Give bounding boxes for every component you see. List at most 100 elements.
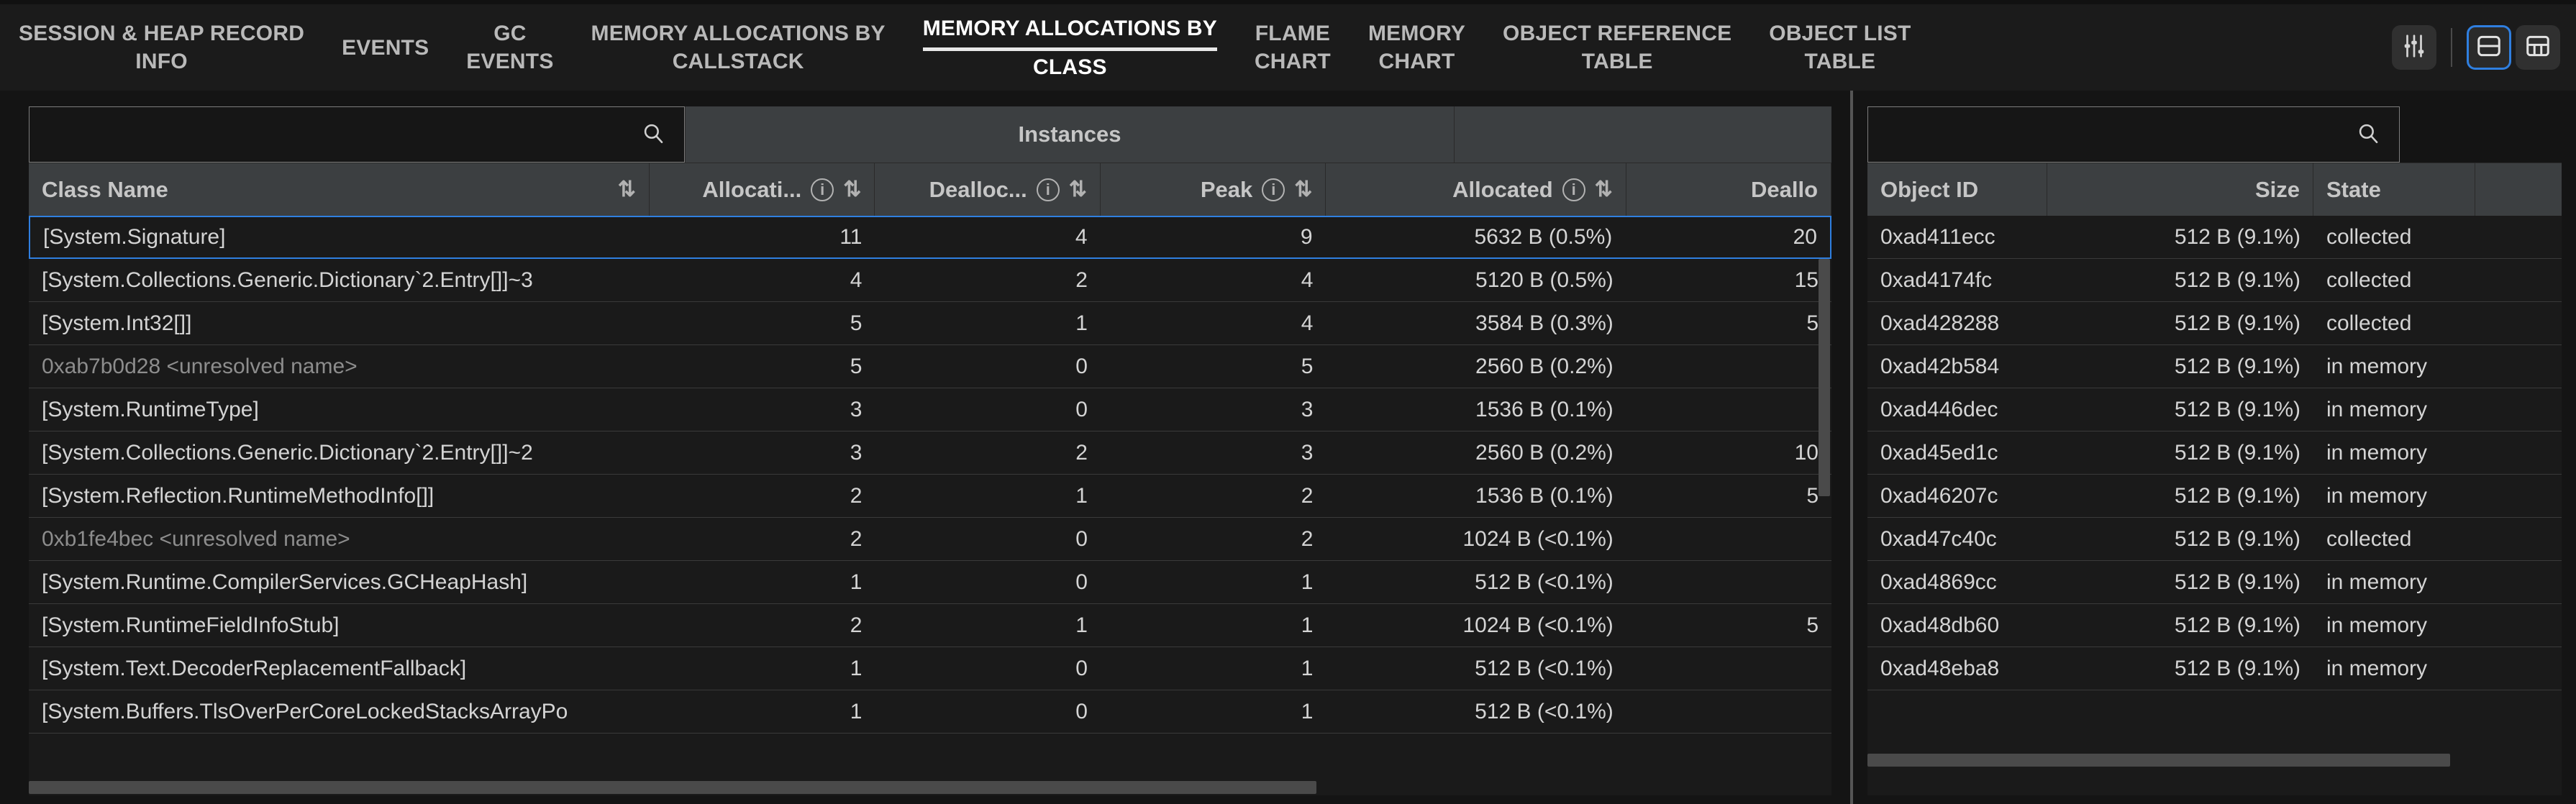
tab-memory-chart[interactable]: MEMORY CHART [1350, 4, 1484, 91]
cell-allocated: 2560 B (0.2%) [1475, 440, 1614, 465]
cell-object-id: 0xad47c40c [1880, 526, 1997, 551]
layout-grid-icon-button[interactable] [2516, 25, 2560, 70]
sliders-icon [2400, 32, 2428, 63]
table-row[interactable]: 0xad4174fc 512 B (9.1%) collected [1867, 259, 2562, 302]
table-row[interactable]: [System.Signature] 11 4 9 5632 B (0.5%) 20 [29, 216, 1831, 259]
cell-object-id: 0xad46207c [1880, 483, 1998, 508]
table-row[interactable]: [System.Reflection.RuntimeMethodInfo[]] 2… [29, 475, 1831, 518]
cell-peak: 9 [1300, 225, 1313, 249]
table-row[interactable]: [System.Collections.Generic.Dictionary`2… [29, 431, 1831, 475]
object-search-input[interactable] [1867, 106, 2400, 163]
left-table-hscroll-thumb[interactable] [29, 781, 1316, 794]
sort-icon[interactable]: ⇅ [1595, 178, 1613, 201]
table-row[interactable]: 0xad42b584 512 B (9.1%) in memory [1867, 345, 2562, 388]
tab-label-line1: OBJECT REFERENCE [1503, 22, 1732, 45]
tab-object-reference-table[interactable]: OBJECT REFERENCE TABLE [1484, 4, 1750, 91]
table-row[interactable]: 0xad428288 512 B (9.1%) collected [1867, 302, 2562, 345]
left-table-vscroll-thumb[interactable] [1819, 259, 1830, 496]
table-row[interactable]: [System.RuntimeType] 3 0 3 1536 B (0.1%) [29, 388, 1831, 431]
cell-peak: 1 [1301, 656, 1314, 680]
table-row[interactable]: 0xad411ecc 512 B (9.1%) collected [1867, 216, 2562, 259]
column-header-object-id[interactable]: Object ID [1867, 163, 2047, 216]
table-row[interactable]: [System.Runtime.CompilerServices.GCHeapH… [29, 561, 1831, 604]
column-header-state[interactable]: State [2313, 163, 2475, 216]
cell-allocated: 5120 B (0.5%) [1475, 268, 1614, 292]
column-header-peak[interactable]: Peak i ⇅ [1101, 163, 1326, 216]
cell-state: in memory [2326, 613, 2428, 637]
cell-peak: 3 [1301, 397, 1314, 421]
cell-class-name: 0xab7b0d28 <unresolved name> [42, 354, 358, 378]
table-row[interactable]: [System.Text.DecoderReplacementFallback]… [29, 647, 1831, 690]
cell-allocations: 3 [850, 397, 863, 421]
info-icon[interactable]: i [1262, 178, 1285, 201]
info-icon[interactable]: i [1562, 178, 1585, 201]
column-header-label: Class Name [42, 176, 168, 202]
cell-allocations: 11 [839, 225, 863, 249]
column-header-deallo[interactable]: Deallo [1626, 163, 1831, 216]
info-icon[interactable]: i [811, 178, 834, 201]
cell-size: 512 B (9.1%) [2174, 354, 2300, 378]
sort-icon[interactable]: ⇅ [1294, 178, 1312, 201]
object-table-body: 0xad411ecc 512 B (9.1%) collected 0xad4174f… [1867, 216, 2562, 795]
right-table-horizontal-scrollbar[interactable] [1867, 754, 2515, 767]
group-header-filler [1455, 106, 1831, 163]
cell-deallocated: 10 [1794, 440, 1819, 465]
table-row[interactable]: 0xad48eba8 512 B (9.1%) in memory [1867, 647, 2562, 690]
table-row[interactable]: 0xad46207c 512 B (9.1%) in memory [1867, 475, 2562, 518]
tab-flame-chart[interactable]: FLAME CHART [1236, 4, 1350, 91]
column-header-class-name[interactable]: Class Name ⇅ [29, 163, 650, 216]
tab-label-line1: MEMORY ALLOCATIONS BY [922, 14, 1217, 51]
table-row[interactable]: [System.Collections.Generic.Dictionary`2… [29, 259, 1831, 302]
tab-label-line2: CALLSTACK [672, 50, 804, 73]
table-row[interactable]: [System.RuntimeFieldInfoStub] 2 1 1 1024 B (… [29, 604, 1831, 647]
cell-object-id: 0xad4174fc [1880, 268, 1993, 292]
cell-allocated: 1536 B (0.1%) [1475, 397, 1614, 421]
sort-icon[interactable]: ⇅ [1069, 178, 1087, 201]
cell-size: 512 B (9.1%) [2174, 656, 2300, 680]
tab-label-line1: MEMORY [1367, 22, 1466, 45]
tab-memory-allocations-by-callstack[interactable]: MEMORY ALLOCATIONS BY CALLSTACK [573, 4, 904, 91]
cell-class-name: [System.Signature] [43, 225, 226, 249]
cell-size: 512 B (9.1%) [2174, 224, 2300, 249]
cell-state: collected [2326, 526, 2412, 551]
table-row[interactable]: 0xad446dec 512 B (9.1%) in memory [1867, 388, 2562, 431]
sort-icon[interactable]: ⇅ [843, 178, 861, 201]
tab-object-list-table[interactable]: OBJECT LIST TABLE [1750, 4, 1929, 91]
column-header-dealloc[interactable]: Dealloc... i ⇅ [875, 163, 1101, 216]
layout-horizontal-split-icon-button[interactable] [2467, 25, 2511, 70]
sliders-icon-button[interactable] [2392, 25, 2436, 70]
tab-gc-events[interactable]: GC EVENTS [447, 4, 572, 91]
column-header-size[interactable]: Size [2047, 163, 2313, 216]
table-row[interactable]: 0xad4869cc 512 B (9.1%) in memory [1867, 561, 2562, 604]
toolbar-divider [2451, 28, 2452, 67]
cell-allocations: 5 [850, 311, 863, 335]
right-table-hscroll-thumb[interactable] [1867, 754, 2450, 767]
cell-allocations: 2 [850, 483, 863, 508]
cell-peak: 1 [1301, 613, 1314, 637]
cell-state: in memory [2326, 570, 2428, 594]
table-row[interactable]: 0xab7b0d28 <unresolved name> 5 0 5 2560 B (0… [29, 345, 1831, 388]
table-row[interactable]: 0xad47c40c 512 B (9.1%) collected [1867, 518, 2562, 561]
tab-label-line1: OBJECT LIST [1769, 22, 1911, 45]
sort-icon[interactable]: ⇅ [618, 178, 636, 201]
tab-memory-allocations-by-class[interactable]: MEMORY ALLOCATIONS BY CLASS [904, 4, 1236, 91]
left-table-horizontal-scrollbar[interactable] [29, 781, 1820, 794]
cell-peak: 1 [1301, 699, 1314, 723]
class-search-input[interactable] [29, 106, 685, 163]
tab-events[interactable]: EVENTS [323, 4, 447, 91]
column-header-allocated[interactable]: Allocated i ⇅ [1326, 163, 1626, 216]
cell-size: 512 B (9.1%) [2174, 397, 2300, 421]
table-row[interactable]: [System.Int32[]] 5 1 4 3584 B (0.3%) 5 [29, 302, 1831, 345]
tab-session-heap-record-info[interactable]: SESSION & HEAP RECORD INFO [0, 4, 323, 91]
left-table-vertical-scrollbar[interactable] [1819, 216, 1830, 795]
table-row[interactable]: [System.Buffers.TlsOverPerCoreLockedStac… [29, 690, 1831, 734]
column-header-allocati[interactable]: Allocati... i ⇅ [650, 163, 875, 216]
main-tab-bar: SESSION & HEAP RECORD INFO EVENTS GC EVENTS M… [0, 0, 2576, 91]
panel-splitter[interactable] [1850, 91, 1853, 804]
table-row[interactable]: 0xb1fe4bec <unresolved name> 2 0 2 1024 B (<… [29, 518, 1831, 561]
cell-peak: 5 [1301, 354, 1314, 378]
table-row[interactable]: 0xad48db60 512 B (9.1%) in memory [1867, 604, 2562, 647]
info-icon[interactable]: i [1036, 178, 1060, 201]
table-row[interactable]: 0xad45ed1c 512 B (9.1%) in memory [1867, 431, 2562, 475]
cell-size: 512 B (9.1%) [2174, 570, 2300, 594]
